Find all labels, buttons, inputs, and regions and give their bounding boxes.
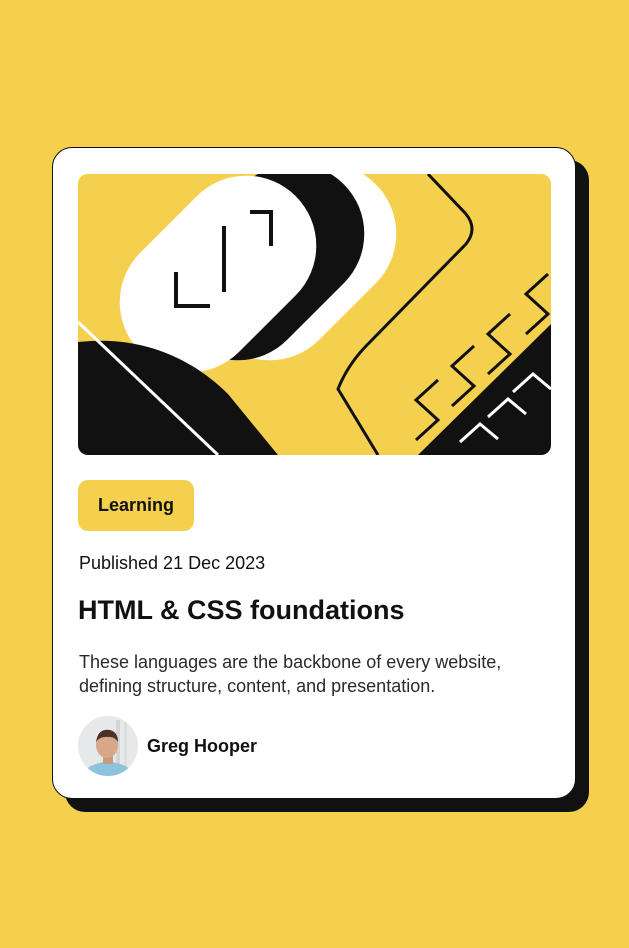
author: Greg Hooper — [78, 716, 257, 776]
card-description: These languages are the backbone of ever… — [79, 652, 502, 696]
avatar-photo-icon — [78, 716, 138, 776]
published-date: Published 21 Dec 2023 — [79, 553, 266, 573]
hero-illustration — [78, 174, 551, 455]
category-tag[interactable]: Learning — [78, 480, 195, 531]
author-name: Greg Hooper — [147, 735, 258, 756]
card-title[interactable]: HTML & CSS foundations — [78, 595, 404, 626]
blog-preview-card: Learning Published 21 Dec 2023 HTML & CS… — [52, 147, 576, 799]
abstract-illustration-icon — [78, 174, 551, 455]
